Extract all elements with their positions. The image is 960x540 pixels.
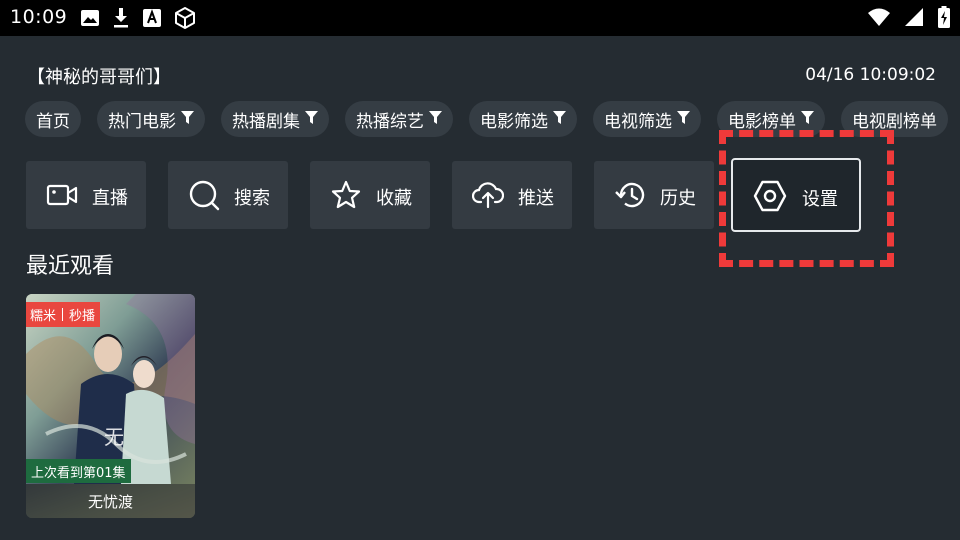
- source-name-1: 糯米: [30, 309, 57, 324]
- image-icon: [80, 8, 100, 28]
- tab-home[interactable]: 首页: [25, 101, 81, 137]
- status-time: 10:09: [10, 6, 68, 28]
- push-button[interactable]: 推送: [452, 161, 572, 229]
- tab-label: 热播综艺: [356, 111, 424, 132]
- filter-icon: [429, 109, 442, 129]
- download-icon: [111, 7, 131, 29]
- tab-label: 电影榜单: [728, 111, 796, 132]
- page-title: 【神秘的哥哥们】: [27, 67, 171, 88]
- tab-label: 电影筛选: [480, 111, 548, 132]
- tab-tv-filter[interactable]: 电视筛选: [593, 101, 701, 137]
- filter-icon: [677, 109, 690, 129]
- favorites-button[interactable]: 收藏: [310, 161, 430, 229]
- filter-icon: [553, 109, 566, 129]
- tab-label: 首页: [36, 111, 70, 132]
- source-badge: 糯米 秒播: [26, 302, 101, 327]
- settings-label: 设置: [802, 189, 838, 210]
- search-label: 搜索: [234, 188, 270, 209]
- tab-hot-variety[interactable]: 热播综艺: [345, 101, 453, 137]
- source-name-2: 秒播: [69, 309, 96, 324]
- history-icon: [614, 179, 646, 211]
- status-icons-right: [868, 6, 950, 32]
- badge-divider: [62, 308, 64, 321]
- star-icon: [330, 179, 362, 211]
- settings-icon: [753, 179, 787, 213]
- tab-label: 电视筛选: [604, 111, 672, 132]
- tab-hot-series[interactable]: 热播剧集: [221, 101, 329, 137]
- datetime: 04/16 10:09:02: [805, 65, 936, 85]
- live-button[interactable]: 直播: [26, 161, 146, 229]
- tab-tv-rankings[interactable]: 电视剧榜单: [841, 101, 948, 137]
- tab-label: 热播剧集: [232, 111, 300, 132]
- font-icon: [142, 8, 162, 28]
- history-button[interactable]: 历史: [594, 161, 714, 229]
- cube-icon: [173, 6, 197, 30]
- signal-icon: [904, 7, 924, 31]
- settings-button[interactable]: 设置: [731, 158, 861, 232]
- watch-progress-badge: 上次看到第01集: [26, 459, 131, 483]
- app-root: 10:09 【神秘的哥哥们】 04/16 10:09:02 首页 热门电影 热播…: [0, 0, 960, 540]
- tab-movie-filter[interactable]: 电影筛选: [469, 101, 577, 137]
- filter-icon: [801, 109, 814, 129]
- search-button[interactable]: 搜索: [168, 161, 288, 229]
- tab-label: 电视剧榜单: [852, 111, 937, 132]
- favorites-label: 收藏: [376, 188, 412, 209]
- category-tabs: 首页 热门电影 热播剧集 热播综艺 电影筛选 电视筛选 电影榜单 电视剧榜单: [25, 101, 948, 137]
- tab-label: 热门电影: [108, 111, 176, 132]
- cloud-upload-icon: [472, 179, 504, 211]
- search-icon: [188, 179, 220, 211]
- svg-text:无: 无: [104, 425, 124, 449]
- filter-icon: [181, 109, 194, 129]
- tab-movie-rankings[interactable]: 电影榜单: [717, 101, 825, 137]
- live-label: 直播: [92, 188, 128, 209]
- recent-item-title: 无忧渡: [26, 484, 195, 518]
- wifi-icon: [868, 7, 890, 31]
- recent-item-card[interactable]: 无 糯米 秒播 上次看到第01集 无忧渡: [26, 294, 195, 518]
- status-bar: 10:09: [0, 0, 960, 36]
- filter-icon: [305, 109, 318, 129]
- battery-charging-icon: [938, 6, 950, 32]
- recent-section-title: 最近观看: [26, 254, 115, 279]
- tab-hot-movies[interactable]: 热门电影: [97, 101, 205, 137]
- push-label: 推送: [518, 188, 554, 209]
- history-label: 历史: [660, 188, 696, 209]
- video-camera-icon: [46, 179, 78, 211]
- status-icons-left: [80, 6, 197, 30]
